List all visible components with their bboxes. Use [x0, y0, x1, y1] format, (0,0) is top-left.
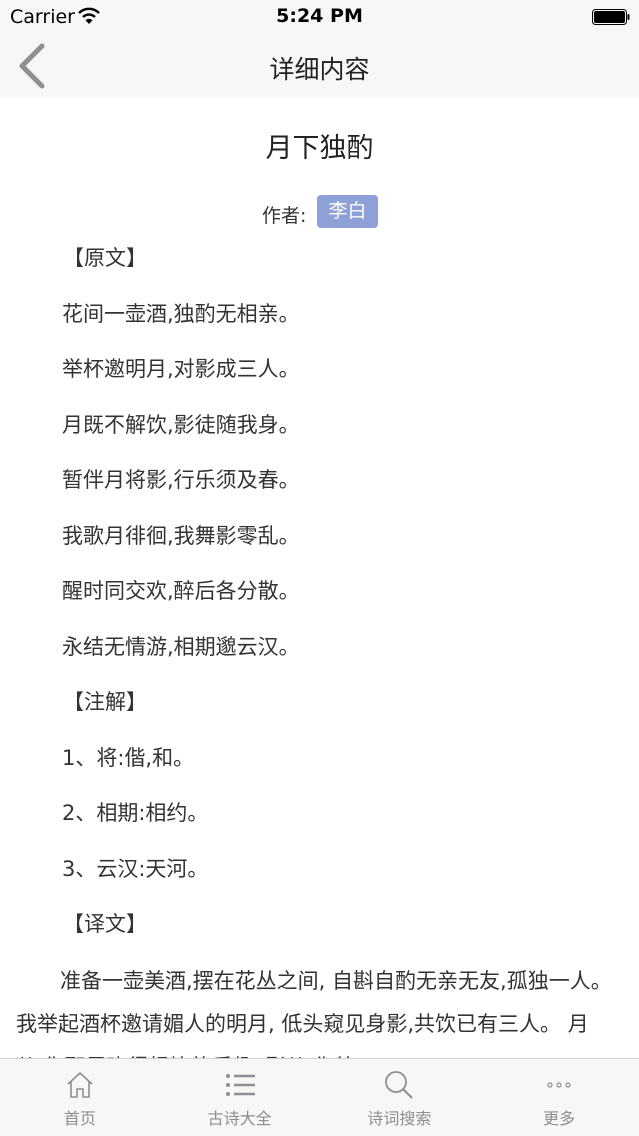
navigation-bar: 详细内容	[0, 34, 639, 98]
status-bar: Carrier 5:24 PM	[0, 0, 639, 34]
search-icon	[385, 1071, 414, 1099]
poem-line: 月既不解饮,影徒随我身。	[62, 412, 300, 437]
poem-line: 醒时同交欢,醉后各分散。	[62, 579, 300, 603]
note-line: 1、将:偕,和。	[62, 745, 195, 770]
tab-poem-collection[interactable]: 古诗大全	[160, 1059, 320, 1136]
tab-bar: 首页 古诗大全 诗词搜索 更多	[0, 1058, 639, 1136]
more-icon	[547, 1082, 571, 1088]
tab-label-home: 首页	[63, 1109, 96, 1128]
poem-line: 永结无情游,相期邈云汉。	[62, 634, 300, 659]
poem-line: 举杯邀明月,对影成三人。	[62, 357, 300, 381]
poem-line: 花间一壶酒,独酌无相亲。	[62, 301, 300, 326]
list-icon	[225, 1074, 255, 1096]
tab-label-poem-collection: 古诗大全	[207, 1109, 272, 1128]
poem-text-block: 【原文】 花间一壶酒,独酌无相亲。 举杯邀明月,对影成三人。 月既不解饮,影徒随…	[0, 244, 639, 966]
poem-line: 暂伴月将影,行乐须及春。	[62, 468, 300, 492]
poem-title: 月下独酌	[265, 133, 374, 164]
author-row: 作者: 李白	[0, 195, 639, 229]
translation-paragraph: 准备一壶美酒,摆在花丛之间, 自斟自酌无亲无友,孤独一人。 我举起酒杯邀请媚人的…	[16, 969, 612, 1058]
tab-home[interactable]: 首页	[0, 1059, 160, 1136]
poem-line: 我歌月徘徊,我舞影零乱。	[62, 523, 300, 548]
note-line: 3、云汉:天河。	[62, 856, 209, 881]
author-label: 作者:	[262, 205, 307, 227]
app-screen: Carrier 5:24 PM 详细内容 月下独酌 作者: 李白 【原文】 花间…	[0, 0, 639, 1136]
home-icon	[67, 1072, 93, 1098]
tab-poem-search[interactable]: 诗词搜索	[320, 1059, 480, 1136]
status-time: 5:24 PM	[276, 5, 363, 27]
tab-label-more: 更多	[543, 1109, 576, 1128]
battery-icon	[592, 9, 630, 25]
author-badge[interactable]: 李白	[317, 195, 378, 228]
section-heading-original: 【原文】	[63, 246, 147, 270]
note-line: 2、相期:相约。	[62, 801, 209, 825]
tab-more[interactable]: 更多	[479, 1059, 639, 1136]
poem-detail-content[interactable]: 月下独酌 作者: 李白 【原文】 花间一壶酒,独酌无相亲。 举杯邀明月,对影成三…	[0, 98, 639, 1058]
section-heading-notes: 【注解】	[63, 690, 147, 714]
section-heading-translation: 【译文】	[63, 912, 147, 936]
page-title: 详细内容	[269, 55, 370, 84]
tab-label-poem-search: 诗词搜索	[367, 1109, 432, 1128]
